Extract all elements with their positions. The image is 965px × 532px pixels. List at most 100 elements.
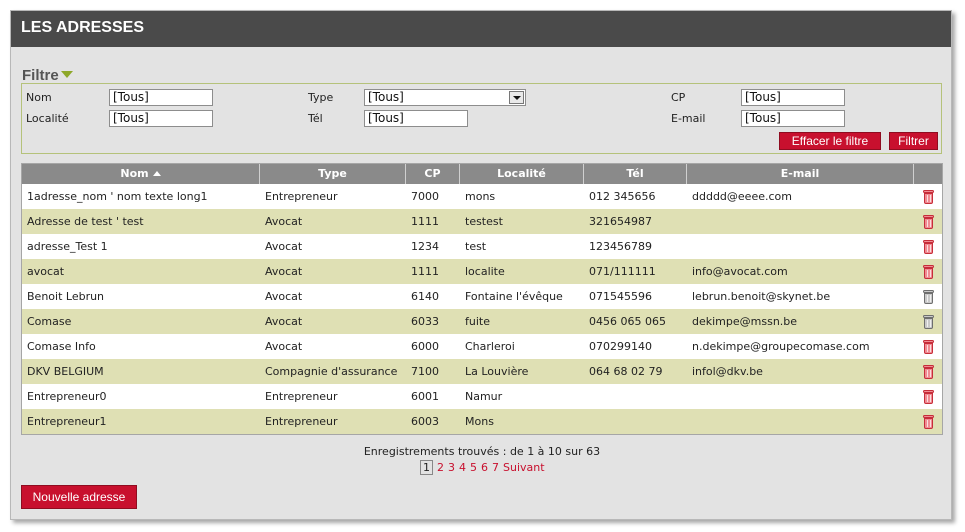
trash-icon-disabled [923, 314, 934, 329]
cell-cp: 7000 [411, 190, 439, 203]
filter-localite-input[interactable]: [Tous] [109, 110, 213, 127]
trash-icon[interactable] [923, 414, 934, 429]
trash-icon[interactable] [923, 239, 934, 254]
cell-email: n.dekimpe@groupecomase.com [692, 340, 870, 353]
cell-email [687, 409, 914, 434]
column-header-cp[interactable]: CP [406, 164, 460, 184]
page-link[interactable]: 7 [492, 461, 499, 474]
cell-cp: 1234 [411, 240, 439, 253]
delete-cell [914, 259, 942, 284]
table-row[interactable]: Adresse de test ' test Avocat 1111 testest 3… [22, 209, 942, 234]
cell-cp: 6140 [411, 290, 439, 303]
filter-email-input[interactable]: [Tous] [741, 110, 845, 127]
cell-nom: DKV BELGIUM [27, 365, 104, 378]
table-row[interactable]: Entrepreneur1 Entrepreneur 6003 Mons [22, 409, 942, 434]
filter-nom-label: Nom [26, 91, 52, 104]
page-link[interactable]: 4 [459, 461, 466, 474]
table-row[interactable]: 1adresse_nom ' nom texte long1 Entreprene… [22, 184, 942, 209]
cell-localite: Charleroi [465, 340, 515, 353]
cell-tel: 321654987 [589, 215, 652, 228]
filter-localite-label: Localité [26, 112, 69, 125]
table-row[interactable]: Comase Avocat 6033 fuite 0456 065 065 dekimpe… [22, 309, 942, 334]
delete-cell [914, 359, 942, 384]
cell-cp: 1111 [411, 265, 439, 278]
cell-type: Compagnie d'assurance [265, 365, 398, 378]
column-header-nom-label: Nom [120, 167, 149, 180]
filter-cp-input[interactable]: [Tous] [741, 89, 845, 106]
cell-tel: 123456789 [589, 240, 652, 253]
cell-type: Avocat [265, 340, 303, 353]
clear-filter-button[interactable]: Effacer le filtre [779, 132, 881, 150]
page-link[interactable]: 2 [437, 461, 444, 474]
table-header: Nom Type CP Localité Tél E-mail [22, 164, 942, 184]
new-address-button[interactable]: Nouvelle adresse [21, 485, 137, 509]
trash-icon[interactable] [923, 264, 934, 279]
cell-type: Avocat [265, 315, 303, 328]
addresses-table: Nom Type CP Localité Tél E-mail 1adresse… [21, 163, 943, 435]
trash-icon[interactable] [923, 339, 934, 354]
cell-cp: 6003 [411, 415, 439, 428]
cell-type: Avocat [265, 290, 303, 303]
pagination: 1 2 3 4 5 6 7 Suivant [420, 460, 545, 475]
page-link[interactable]: 6 [481, 461, 488, 474]
filter-type-label: Type [308, 91, 334, 104]
delete-cell [914, 234, 942, 259]
cell-localite: testest [465, 215, 503, 228]
filter-tel-input[interactable]: [Tous] [364, 110, 468, 127]
filter-box: Nom [Tous] Type [Tous] CP [Tous] Localit… [21, 83, 942, 154]
table-row[interactable]: Benoit Lebrun Avocat 6140 Fontaine l'évêque… [22, 284, 942, 309]
cell-nom: Comase Info [27, 340, 96, 353]
cell-email: ddddd@eeee.com [692, 190, 792, 203]
column-header-tel[interactable]: Tél [584, 164, 687, 184]
cell-type: Avocat [265, 215, 303, 228]
cell-nom: Adresse de test ' test [27, 215, 144, 228]
filter-nom-input[interactable]: [Tous] [109, 89, 213, 106]
column-header-type[interactable]: Type [260, 164, 406, 184]
column-header-email[interactable]: E-mail [687, 164, 914, 184]
trash-icon-disabled [923, 289, 934, 304]
cell-tel: 064 68 02 79 [589, 365, 663, 378]
delete-cell [914, 209, 942, 234]
column-header-nom[interactable]: Nom [22, 164, 260, 184]
filter-tel-label: Tél [308, 112, 323, 125]
cell-localite: localite [465, 265, 505, 278]
page-title: LES ADRESSES [11, 11, 951, 47]
cell-localite: Fontaine l'évêque [465, 290, 563, 303]
cell-email: infol@dkv.be [692, 365, 763, 378]
apply-filter-button[interactable]: Filtrer [889, 132, 938, 150]
trash-icon[interactable] [923, 364, 934, 379]
column-header-localite[interactable]: Localité [460, 164, 584, 184]
cell-nom: avocat [27, 265, 65, 278]
cell-localite: Mons [465, 415, 494, 428]
cell-email [687, 209, 914, 234]
filter-cp-label: CP [671, 91, 686, 104]
trash-icon[interactable] [923, 214, 934, 229]
cell-email [687, 384, 914, 409]
table-row[interactable]: Comase Info Avocat 6000 Charleroi 070299140 n… [22, 334, 942, 359]
trash-icon[interactable] [923, 189, 934, 204]
cell-nom: Benoit Lebrun [27, 290, 105, 303]
trash-icon[interactable] [923, 389, 934, 404]
filter-toggle[interactable]: Filtre [22, 67, 73, 84]
table-row[interactable]: adresse_Test 1 Avocat 1234 test 123456789 [22, 234, 942, 259]
table-row[interactable]: DKV BELGIUM Compagnie d'assurance 7100 La L… [22, 359, 942, 384]
chevron-down-icon[interactable] [509, 91, 524, 104]
page-link[interactable]: 5 [470, 461, 477, 474]
cell-type: Avocat [265, 240, 303, 253]
cell-localite: test [465, 240, 487, 253]
sort-ascending-icon [152, 171, 161, 176]
delete-cell [914, 384, 942, 409]
cell-email: info@avocat.com [692, 265, 788, 278]
cell-cp: 6001 [411, 390, 439, 403]
filter-title: Filtre [22, 67, 59, 84]
table-row[interactable]: avocat Avocat 1111 localite 071/111111 info@a… [22, 259, 942, 284]
addresses-panel: LES ADRESSES Filtre Nom [Tous] Type [Tou… [10, 10, 952, 520]
cell-tel [584, 384, 687, 409]
cell-nom: Comase [27, 315, 72, 328]
page-link[interactable]: 3 [448, 461, 455, 474]
filter-type-select[interactable]: [Tous] [364, 89, 526, 106]
records-count: Enregistrements trouvés : de 1 à 10 sur … [363, 445, 601, 458]
table-row[interactable]: Entrepreneur0 Entrepreneur 6001 Namur [22, 384, 942, 409]
delete-cell [914, 284, 942, 309]
next-page-link[interactable]: Suivant [503, 461, 545, 474]
